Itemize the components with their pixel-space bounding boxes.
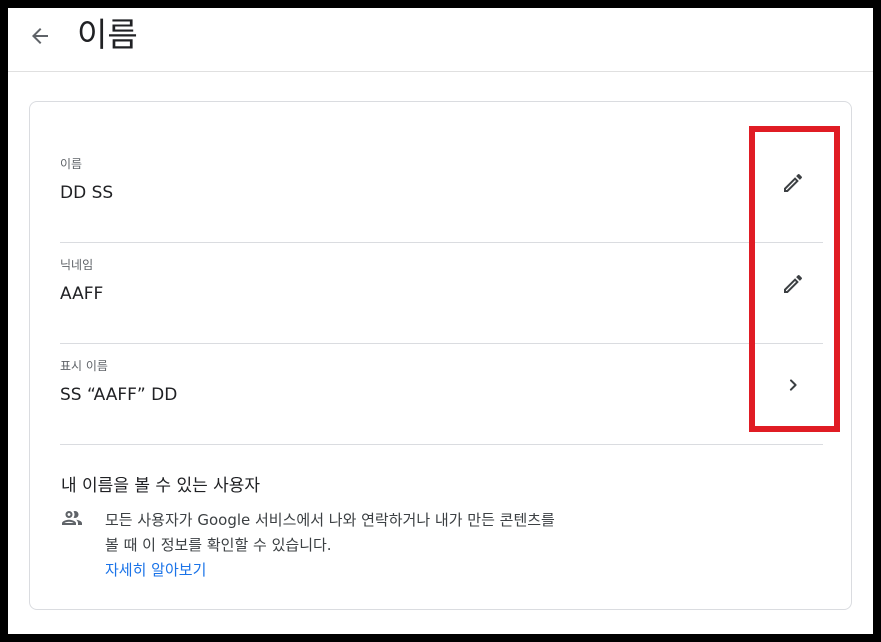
row-value: AAFF: [60, 284, 104, 304]
visibility-description: 모든 사용자가 Google 서비스에서 나와 연락하거나 내가 만든 콘텐츠를…: [105, 511, 555, 554]
chevron-right-icon: [789, 379, 797, 391]
learn-more-link[interactable]: 자세히 알아보기: [105, 558, 206, 583]
row-label: 이름: [60, 157, 83, 171]
visibility-title: 내 이름을 볼 수 있는 사용자: [61, 476, 261, 496]
page-title: 이름: [77, 15, 138, 54]
nickname-row[interactable]: 닉네임 AAFF: [60, 243, 823, 344]
edit-nickname-button[interactable]: [777, 268, 809, 300]
edit-name-button[interactable]: [777, 167, 809, 199]
row-label: 표시 이름: [60, 359, 108, 373]
arrow-left-icon: [32, 28, 48, 44]
name-card: 이름 DD SS 닉네임 AAFF 표시 이름 SS “AAFF” DD 내 이…: [29, 101, 852, 610]
row-value: SS “AAFF” DD: [60, 385, 178, 405]
display-name-row[interactable]: 표시 이름 SS “AAFF” DD: [60, 344, 823, 445]
name-settings-page: 이름 이름 DD SS 닉네임 AAFF 표시 이름 SS “AAFF” DD: [8, 8, 873, 634]
pencil-icon: [784, 173, 803, 192]
row-value: DD SS: [60, 183, 114, 203]
people-icon: [62, 511, 82, 525]
page-header: 이름: [8, 8, 873, 72]
open-display-name-button[interactable]: [777, 369, 809, 401]
pencil-icon: [784, 274, 803, 293]
name-row[interactable]: 이름 DD SS: [60, 142, 823, 243]
back-button[interactable]: [26, 22, 54, 50]
row-label: 닉네임: [60, 258, 94, 272]
